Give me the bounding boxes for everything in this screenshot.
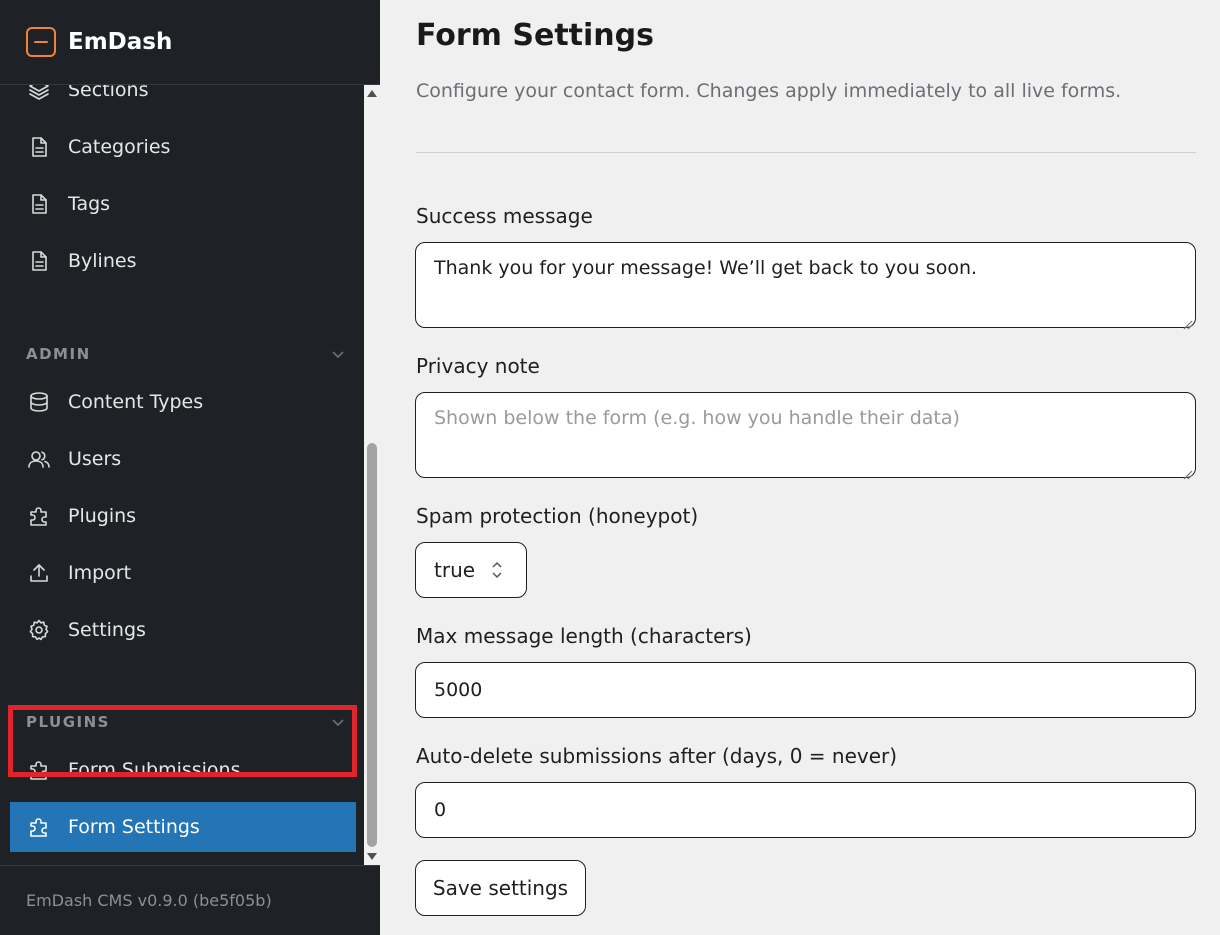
version-footer: EmDash CMS v0.9.0 (be5f05b)	[0, 865, 380, 935]
page-subtitle: Configure your contact form. Changes app…	[416, 80, 1122, 102]
select-value: true	[434, 558, 476, 582]
chevron-up-down-icon	[490, 558, 504, 582]
sidebar-item-import[interactable]: Import	[10, 548, 356, 598]
puzzle-icon	[26, 757, 52, 783]
spam-protection-select[interactable]: true	[415, 542, 527, 598]
sidebar-item-sections[interactable]: Sections	[10, 85, 356, 115]
users-icon	[26, 446, 52, 472]
sidebar-item-plugins[interactable]: Plugins	[10, 491, 356, 541]
scroll-up-arrow-icon[interactable]	[367, 90, 377, 97]
admin-section-header[interactable]: ADMIN	[26, 345, 346, 363]
sidebar-item-label: Users	[68, 448, 122, 470]
puzzle-icon	[26, 814, 52, 840]
privacy-note-field[interactable]	[415, 392, 1196, 478]
spam-protection-label: Spam protection (honeypot)	[416, 504, 699, 528]
emdash-logo-icon	[26, 27, 56, 57]
sidebar-item-label: Bylines	[68, 250, 137, 272]
sidebar-item-label: Import	[68, 562, 132, 584]
chevron-down-icon	[330, 714, 346, 730]
database-icon	[26, 389, 52, 415]
document-icon	[26, 191, 52, 217]
section-heading: ADMIN	[26, 345, 91, 363]
brand-name: EmDash	[68, 29, 173, 55]
plugins-section-header[interactable]: PLUGINS	[26, 713, 346, 731]
sidebar-item-form-settings[interactable]: Form Settings	[10, 802, 356, 852]
sidebar-item-label: Form Submissions	[68, 759, 241, 781]
sidebar-item-label: Sections	[68, 85, 149, 101]
sidebar-item-bylines[interactable]: Bylines	[10, 236, 356, 286]
main-content: Form Settings Configure your contact for…	[380, 0, 1220, 935]
sidebar: EmDash Sections Categories Tags Bylines …	[0, 0, 380, 935]
brand[interactable]: EmDash	[0, 0, 380, 85]
sidebar-item-label: Categories	[68, 136, 171, 158]
scroll-down-arrow-icon[interactable]	[367, 853, 377, 860]
document-icon	[26, 134, 52, 160]
sidebar-item-label: Form Settings	[68, 816, 200, 838]
sidebar-item-users[interactable]: Users	[10, 434, 356, 484]
puzzle-icon	[26, 503, 52, 529]
scrollbar-thumb[interactable]	[367, 443, 377, 847]
save-settings-button[interactable]: Save settings	[415, 860, 586, 916]
sidebar-item-label: Settings	[68, 619, 146, 641]
sidebar-item-label: Tags	[68, 193, 111, 215]
section-heading: PLUGINS	[26, 713, 110, 731]
upload-icon	[26, 560, 52, 586]
sidebar-item-categories[interactable]: Categories	[10, 122, 356, 172]
chevron-down-icon	[330, 346, 346, 362]
privacy-note-label: Privacy note	[416, 354, 540, 378]
sidebar-item-label: Plugins	[68, 505, 137, 527]
sidebar-item-label: Content Types	[68, 391, 204, 413]
auto-delete-field[interactable]	[415, 782, 1196, 838]
document-icon	[26, 248, 52, 274]
max-length-label: Max message length (characters)	[416, 624, 752, 648]
max-length-field[interactable]	[415, 662, 1196, 718]
gear-icon	[26, 617, 52, 643]
success-message-label: Success message	[416, 204, 593, 228]
sidebar-item-form-submissions[interactable]: Form Submissions	[10, 745, 356, 795]
sidebar-item-settings[interactable]: Settings	[10, 605, 356, 655]
auto-delete-label: Auto-delete submissions after (days, 0 =…	[416, 744, 898, 768]
sidebar-scrollbar[interactable]	[364, 85, 380, 865]
layers-icon	[26, 85, 52, 103]
page-title: Form Settings	[416, 18, 654, 53]
sidebar-item-tags[interactable]: Tags	[10, 179, 356, 229]
sidebar-item-content-types[interactable]: Content Types	[10, 377, 356, 427]
divider	[416, 152, 1196, 153]
sidebar-nav: Sections Categories Tags Bylines ADMIN C…	[0, 85, 364, 865]
success-message-field[interactable]: Thank you for your message! We’ll get ba…	[415, 242, 1196, 328]
